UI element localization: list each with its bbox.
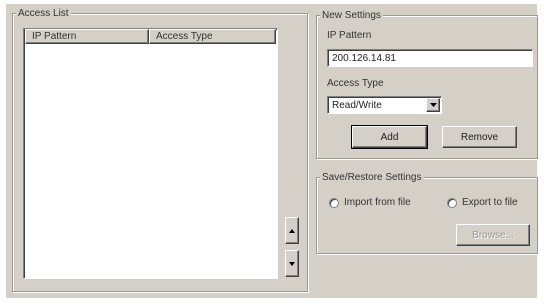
column-header-ip-pattern[interactable]: IP Pattern [25, 29, 149, 44]
triangle-down-icon [289, 261, 295, 266]
access-settings-panel: Access List IP Pattern Access Type New S… [6, 4, 538, 298]
import-radio-label[interactable]: Import from file [344, 197, 411, 208]
chevron-down-icon [429, 103, 437, 107]
remove-button-label: Remove [460, 131, 499, 143]
ip-pattern-input[interactable]: 200.126.14.81 [327, 49, 533, 67]
column-header-access-type-label: Access Type [156, 31, 213, 42]
column-header-ip-pattern-label: IP Pattern [32, 31, 77, 42]
export-radio-label[interactable]: Export to file [462, 197, 518, 208]
export-radio[interactable] [447, 198, 457, 208]
add-button[interactable]: Add [351, 125, 428, 149]
ip-pattern-value: 200.126.14.81 [332, 52, 396, 64]
access-type-dropdown-button[interactable] [426, 98, 440, 112]
save-restore-title: Save/Restore Settings [320, 172, 424, 183]
browse-button-label: Browse... [472, 229, 514, 241]
access-type-select[interactable]: Read/Write [327, 96, 442, 114]
column-header-access-type[interactable]: Access Type [149, 29, 276, 44]
ip-pattern-label: IP Pattern [327, 30, 372, 41]
access-type-value: Read/Write [332, 99, 382, 111]
browse-button[interactable]: Browse... [456, 224, 530, 246]
add-button-label: Add [380, 131, 399, 143]
access-list-table[interactable]: IP Pattern Access Type [23, 28, 278, 279]
access-type-label: Access Type [327, 78, 384, 89]
move-up-button[interactable] [285, 217, 299, 244]
remove-button[interactable]: Remove [442, 126, 517, 148]
access-list-title: Access List [16, 8, 71, 19]
move-down-button[interactable] [285, 250, 299, 277]
new-settings-title: New Settings [320, 10, 383, 21]
triangle-up-icon [289, 228, 295, 233]
import-radio[interactable] [329, 198, 339, 208]
